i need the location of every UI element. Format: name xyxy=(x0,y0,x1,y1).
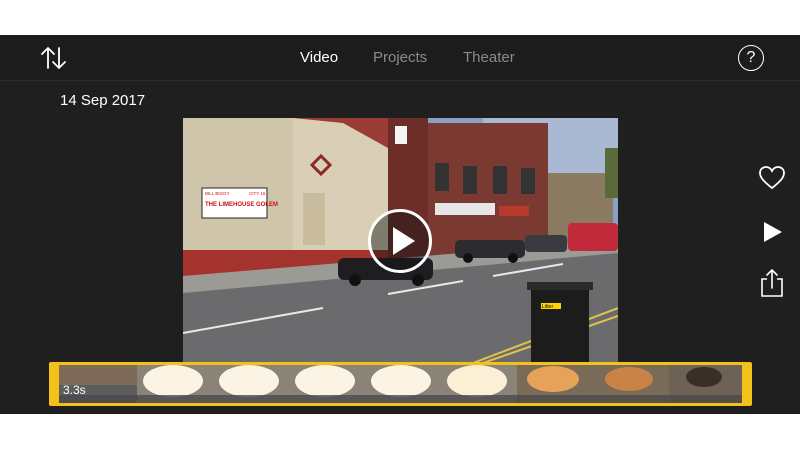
play-icon[interactable] xyxy=(758,218,786,246)
clip-duration: 3.3s xyxy=(63,383,86,397)
play-circle-icon[interactable] xyxy=(368,209,432,273)
video-preview[interactable]: BILL BIGGY CITY 16 THE LIMEHOUSE GOLEM L… xyxy=(183,118,618,363)
billboard-title: THE LIMEHOUSE GOLEM xyxy=(205,202,278,208)
clip-date: 14 Sep 2017 xyxy=(60,92,146,109)
tab-theater[interactable]: Theater xyxy=(463,49,515,66)
clip-filmstrip[interactable]: 3.3s xyxy=(49,362,752,406)
bin-label: Litter xyxy=(542,304,553,310)
tab-projects[interactable]: Projects xyxy=(373,49,427,66)
share-icon[interactable] xyxy=(758,268,786,297)
filmstrip-frames xyxy=(59,365,742,403)
view-tabs: Video Projects Theater xyxy=(0,35,800,81)
help-icon[interactable]: ? xyxy=(738,45,764,71)
heart-icon[interactable] xyxy=(758,164,786,192)
tab-video[interactable]: Video xyxy=(300,49,338,66)
billboard-top-left: BILL BIGGY xyxy=(205,191,230,196)
imovie-app: Video Projects Theater ? 14 Sep 2017 BIL… xyxy=(0,35,800,414)
top-bar: Video Projects Theater ? xyxy=(0,35,800,81)
billboard-top-right: CITY 16 xyxy=(249,191,266,196)
